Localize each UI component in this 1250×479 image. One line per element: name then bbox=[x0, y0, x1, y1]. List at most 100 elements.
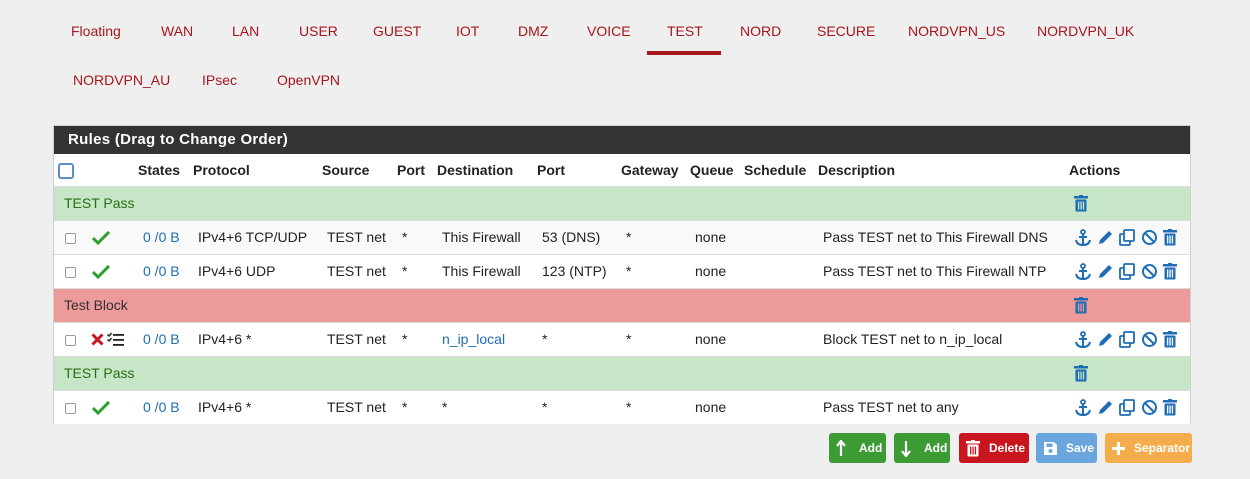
rule-description: Pass TEST net to any bbox=[823, 399, 959, 415]
trash-icon[interactable] bbox=[1162, 399, 1178, 416]
table-header: States Protocol Source Port Destination … bbox=[54, 154, 1190, 186]
edit-icon[interactable] bbox=[1097, 331, 1114, 348]
trash-icon[interactable] bbox=[1074, 297, 1088, 314]
rule-source: TEST net bbox=[327, 399, 386, 415]
anchor-icon[interactable] bbox=[1074, 229, 1092, 246]
rule-description: Pass TEST net to This Firewall NTP bbox=[823, 263, 1047, 279]
disable-icon[interactable] bbox=[1141, 229, 1158, 246]
check-icon[interactable] bbox=[92, 231, 110, 245]
tab-lan[interactable]: LAN bbox=[232, 23, 259, 39]
rule-row[interactable]: 0 /0 B IPv4+6 TCP/UDP TEST net * This Fi… bbox=[54, 220, 1190, 254]
edit-icon[interactable] bbox=[1097, 229, 1114, 246]
check-icon[interactable] bbox=[92, 265, 110, 279]
col-gateway: Gateway bbox=[621, 162, 679, 178]
tab-user[interactable]: USER bbox=[299, 23, 338, 39]
tab-wan[interactable]: WAN bbox=[161, 23, 193, 39]
separator-row[interactable]: TEST Pass bbox=[54, 356, 1190, 390]
tab-nordvpn-au[interactable]: NORDVPN_AU bbox=[73, 72, 170, 88]
rule-states[interactable]: 0 /0 B bbox=[143, 263, 180, 279]
tab-guest[interactable]: GUEST bbox=[373, 23, 421, 39]
separator-row[interactable]: Test Block bbox=[54, 288, 1190, 322]
separator-row[interactable]: TEST Pass bbox=[54, 186, 1190, 220]
anchor-icon[interactable] bbox=[1074, 331, 1092, 348]
rule-protocol: IPv4+6 * bbox=[198, 331, 252, 347]
arrow-turn-up-icon bbox=[836, 440, 846, 456]
tab-dmz[interactable]: DMZ bbox=[518, 23, 548, 39]
tasks-icon[interactable] bbox=[107, 332, 125, 347]
select-all-checkbox[interactable] bbox=[58, 163, 74, 179]
edit-icon[interactable] bbox=[1097, 399, 1114, 416]
col-port: Port bbox=[397, 162, 425, 178]
check-icon[interactable] bbox=[92, 401, 110, 415]
rule-checkbox[interactable] bbox=[65, 233, 76, 244]
rule-row[interactable]: 0 /0 B IPv4+6 * TEST net * n_ip_local * … bbox=[54, 322, 1190, 356]
edit-icon[interactable] bbox=[1097, 263, 1114, 280]
disable-icon[interactable] bbox=[1141, 263, 1158, 280]
col-states: States bbox=[138, 162, 181, 178]
delete-label: Delete bbox=[989, 441, 1026, 455]
delete-button[interactable]: Delete bbox=[959, 433, 1029, 463]
rule-dest-port: * bbox=[542, 399, 548, 415]
tab-openvpn[interactable]: OpenVPN bbox=[277, 72, 340, 88]
copy-icon[interactable] bbox=[1119, 263, 1136, 280]
rule-destination-alias-link[interactable]: n_ip_local bbox=[442, 331, 505, 347]
add-top-label: Add bbox=[859, 441, 883, 455]
tab-ipsec[interactable]: IPsec bbox=[202, 72, 237, 88]
trash-icon[interactable] bbox=[1074, 195, 1088, 212]
block-x-icon[interactable] bbox=[91, 333, 104, 346]
tab-nordvpn-us[interactable]: NORDVPN_US bbox=[908, 23, 1005, 39]
rule-port: * bbox=[402, 399, 408, 415]
tab-voice[interactable]: VOICE bbox=[587, 23, 631, 39]
rule-gateway: * bbox=[626, 331, 632, 347]
rule-dest-port: 123 (NTP) bbox=[542, 263, 607, 279]
rule-checkbox[interactable] bbox=[65, 403, 76, 414]
tab-floating[interactable]: Floating bbox=[71, 23, 121, 39]
col-queue: Queue bbox=[690, 162, 734, 178]
col-source: Source bbox=[322, 162, 370, 178]
rule-description: Pass TEST net to This Firewall DNS bbox=[823, 229, 1048, 245]
tab-secure[interactable]: SECURE bbox=[817, 23, 875, 39]
trash-icon[interactable] bbox=[1162, 263, 1178, 280]
add-rule-bottom-button[interactable]: Add bbox=[894, 433, 950, 463]
rule-checkbox[interactable] bbox=[65, 335, 76, 346]
rule-states[interactable]: 0 /0 B bbox=[143, 331, 180, 347]
tab-test[interactable]: TEST bbox=[647, 23, 721, 55]
rule-queue: none bbox=[695, 331, 727, 347]
separator-label: TEST Pass bbox=[64, 195, 135, 211]
rule-gateway: * bbox=[626, 263, 632, 279]
rule-dest-port: 53 (DNS) bbox=[542, 229, 601, 245]
tab-iot[interactable]: IOT bbox=[456, 23, 479, 39]
rules-panel: Rules (Drag to Change Order) States Prot… bbox=[53, 125, 1191, 424]
rule-protocol: IPv4+6 * bbox=[198, 399, 252, 415]
anchor-icon[interactable] bbox=[1074, 399, 1092, 416]
trash-icon[interactable] bbox=[1074, 365, 1088, 382]
rule-row[interactable]: 0 /0 B IPv4+6 * TEST net * * * * none Pa… bbox=[54, 390, 1190, 424]
rule-gateway: * bbox=[626, 229, 632, 245]
rule-destination: This Firewall bbox=[442, 229, 521, 245]
anchor-icon[interactable] bbox=[1074, 263, 1092, 280]
rule-queue: none bbox=[695, 399, 727, 415]
tab-nordvpn-uk[interactable]: NORDVPN_UK bbox=[1037, 23, 1134, 39]
col-schedule: Schedule bbox=[744, 162, 807, 178]
add-rule-top-button[interactable]: Add bbox=[829, 433, 886, 463]
col-description: Description bbox=[818, 162, 896, 178]
copy-icon[interactable] bbox=[1119, 331, 1136, 348]
disable-icon[interactable] bbox=[1141, 399, 1158, 416]
save-button[interactable]: Save bbox=[1036, 433, 1097, 463]
disable-icon[interactable] bbox=[1141, 331, 1158, 348]
rule-states[interactable]: 0 /0 B bbox=[143, 399, 180, 415]
rule-destination: This Firewall bbox=[442, 263, 521, 279]
add-separator-button[interactable]: Separator bbox=[1105, 433, 1192, 463]
rule-description: Block TEST net to n_ip_local bbox=[823, 331, 1003, 347]
rule-states[interactable]: 0 /0 B bbox=[143, 229, 180, 245]
tab-nord[interactable]: NORD bbox=[740, 23, 781, 39]
rule-port: * bbox=[402, 229, 408, 245]
copy-icon[interactable] bbox=[1119, 399, 1136, 416]
trash-icon[interactable] bbox=[1162, 331, 1178, 348]
add-bottom-label: Add bbox=[924, 441, 948, 455]
trash-icon bbox=[966, 440, 980, 457]
copy-icon[interactable] bbox=[1119, 229, 1136, 246]
rule-checkbox[interactable] bbox=[65, 267, 76, 278]
trash-icon[interactable] bbox=[1162, 229, 1178, 246]
rule-row[interactable]: 0 /0 B IPv4+6 UDP TEST net * This Firewa… bbox=[54, 254, 1190, 288]
